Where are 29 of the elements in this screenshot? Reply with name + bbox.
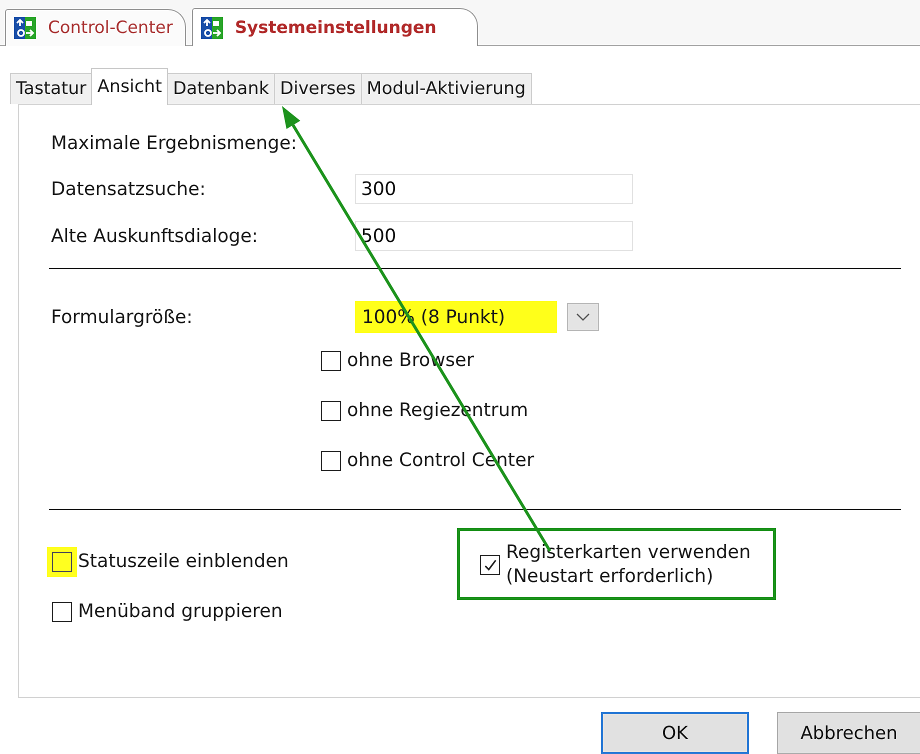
app-icon — [14, 17, 36, 39]
chevron-down-icon — [576, 313, 590, 321]
document-tab[interactable]: Systemeinstellungen — [192, 8, 478, 46]
checkbox-label[interactable]: Menüband gruppieren — [78, 600, 283, 624]
checkbox-note: (Neustart erforderlich) — [506, 565, 714, 589]
field-label: Datensatzsuche: — [50, 178, 207, 200]
dialog-button[interactable]: OK — [601, 712, 749, 754]
input-field[interactable]: 500 — [355, 221, 633, 251]
tab[interactable]: Tastatur — [10, 73, 92, 104]
checkbox[interactable] — [321, 351, 341, 371]
tab[interactable]: Modul-Aktivierung — [360, 73, 532, 104]
checkbox-label[interactable]: Registerkarten verwenden — [506, 541, 751, 565]
checkbox[interactable] — [321, 451, 341, 471]
input-field[interactable]: 300 — [355, 174, 633, 204]
field-label: Formulargröße: — [50, 306, 194, 328]
tab[interactable]: Diverses — [274, 73, 362, 104]
checkbox[interactable] — [321, 401, 341, 421]
checkbox-label[interactable]: Statuszeile einblenden — [78, 550, 289, 574]
checkmark-icon — [482, 558, 498, 572]
tab[interactable]: Datenbank — [167, 73, 275, 104]
dialog-button[interactable]: Abbrechen — [777, 712, 920, 754]
app-icon — [200, 16, 223, 38]
document-tab[interactable]: Control-Center — [5, 9, 186, 46]
checkbox[interactable] — [52, 602, 72, 622]
section-title: Maximale Ergebnismenge: — [51, 133, 298, 154]
tab[interactable]: Ansicht — [91, 68, 168, 105]
field-label: Alte Auskunftsdialoge: — [50, 226, 260, 246]
checkbox[interactable] — [480, 555, 500, 575]
checkbox[interactable] — [52, 552, 72, 572]
